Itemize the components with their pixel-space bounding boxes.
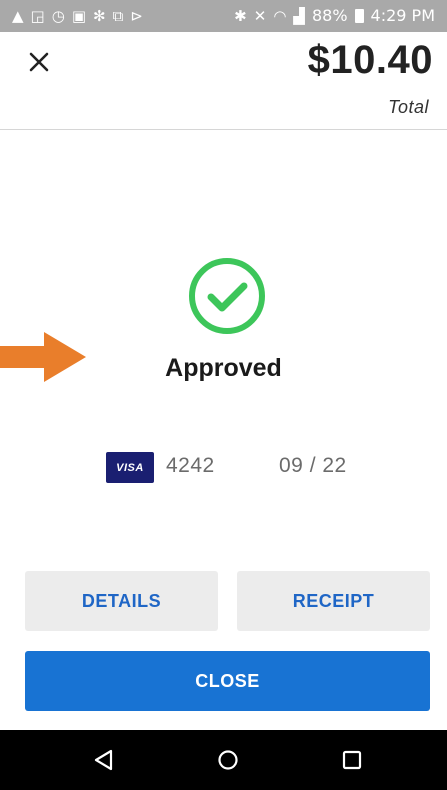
- approval-status: Approved: [165, 354, 282, 382]
- header: $10.40 Total: [0, 32, 447, 130]
- total-amount: $10.40: [307, 38, 433, 82]
- back-icon[interactable]: [92, 748, 116, 772]
- card-last-four: 4242: [166, 454, 215, 477]
- battery-icon: [354, 9, 364, 23]
- status-notification-icons: ▲ ◲ ◷ ▣ ✻ ⧉ ⊳: [12, 6, 143, 25]
- visa-card-icon: VISA: [106, 452, 154, 483]
- details-button[interactable]: DETAILS: [25, 571, 218, 631]
- pinwheel-icon: ✻: [93, 6, 106, 25]
- mute-icon: ✕: [253, 6, 267, 25]
- card-reader-icon: ⧉: [112, 6, 124, 25]
- status-system-icons: ✱ ✕ ◠ ▟ 88% 4:29 PM: [234, 8, 435, 24]
- receipt-button[interactable]: RECEIPT: [237, 571, 430, 631]
- battery-level: 88%: [311, 6, 348, 25]
- gallery-icon: ▣: [71, 6, 87, 25]
- speedometer-icon: ◷: [51, 6, 65, 25]
- recent-apps-icon[interactable]: [340, 748, 364, 772]
- card-expiry: 09 / 22: [279, 454, 347, 477]
- signal-icon: ▟: [293, 6, 305, 25]
- total-label: Total: [388, 97, 429, 117]
- screenshot-icon: ◲: [30, 6, 45, 25]
- close-icon[interactable]: [27, 50, 51, 74]
- close-button[interactable]: CLOSE: [25, 651, 430, 711]
- warning-icon: ▲: [12, 6, 24, 25]
- bluetooth-icon: ✱: [234, 6, 247, 25]
- status-bar: ▲ ◲ ◷ ▣ ✻ ⧉ ⊳ ✱ ✕ ◠ ▟ 88% 4:29 PM: [0, 0, 447, 32]
- wifi-icon: ◠: [273, 6, 287, 25]
- play-store-icon: ⊳: [130, 6, 143, 25]
- home-icon[interactable]: [216, 748, 240, 772]
- android-nav-bar: [0, 730, 447, 790]
- phone-screen: ▲ ◲ ◷ ▣ ✻ ⧉ ⊳ ✱ ✕ ◠ ▟ 88% 4:29 PM $10.40…: [0, 0, 447, 790]
- approved-check-icon: [189, 258, 265, 334]
- clock: 4:29 PM: [370, 6, 435, 25]
